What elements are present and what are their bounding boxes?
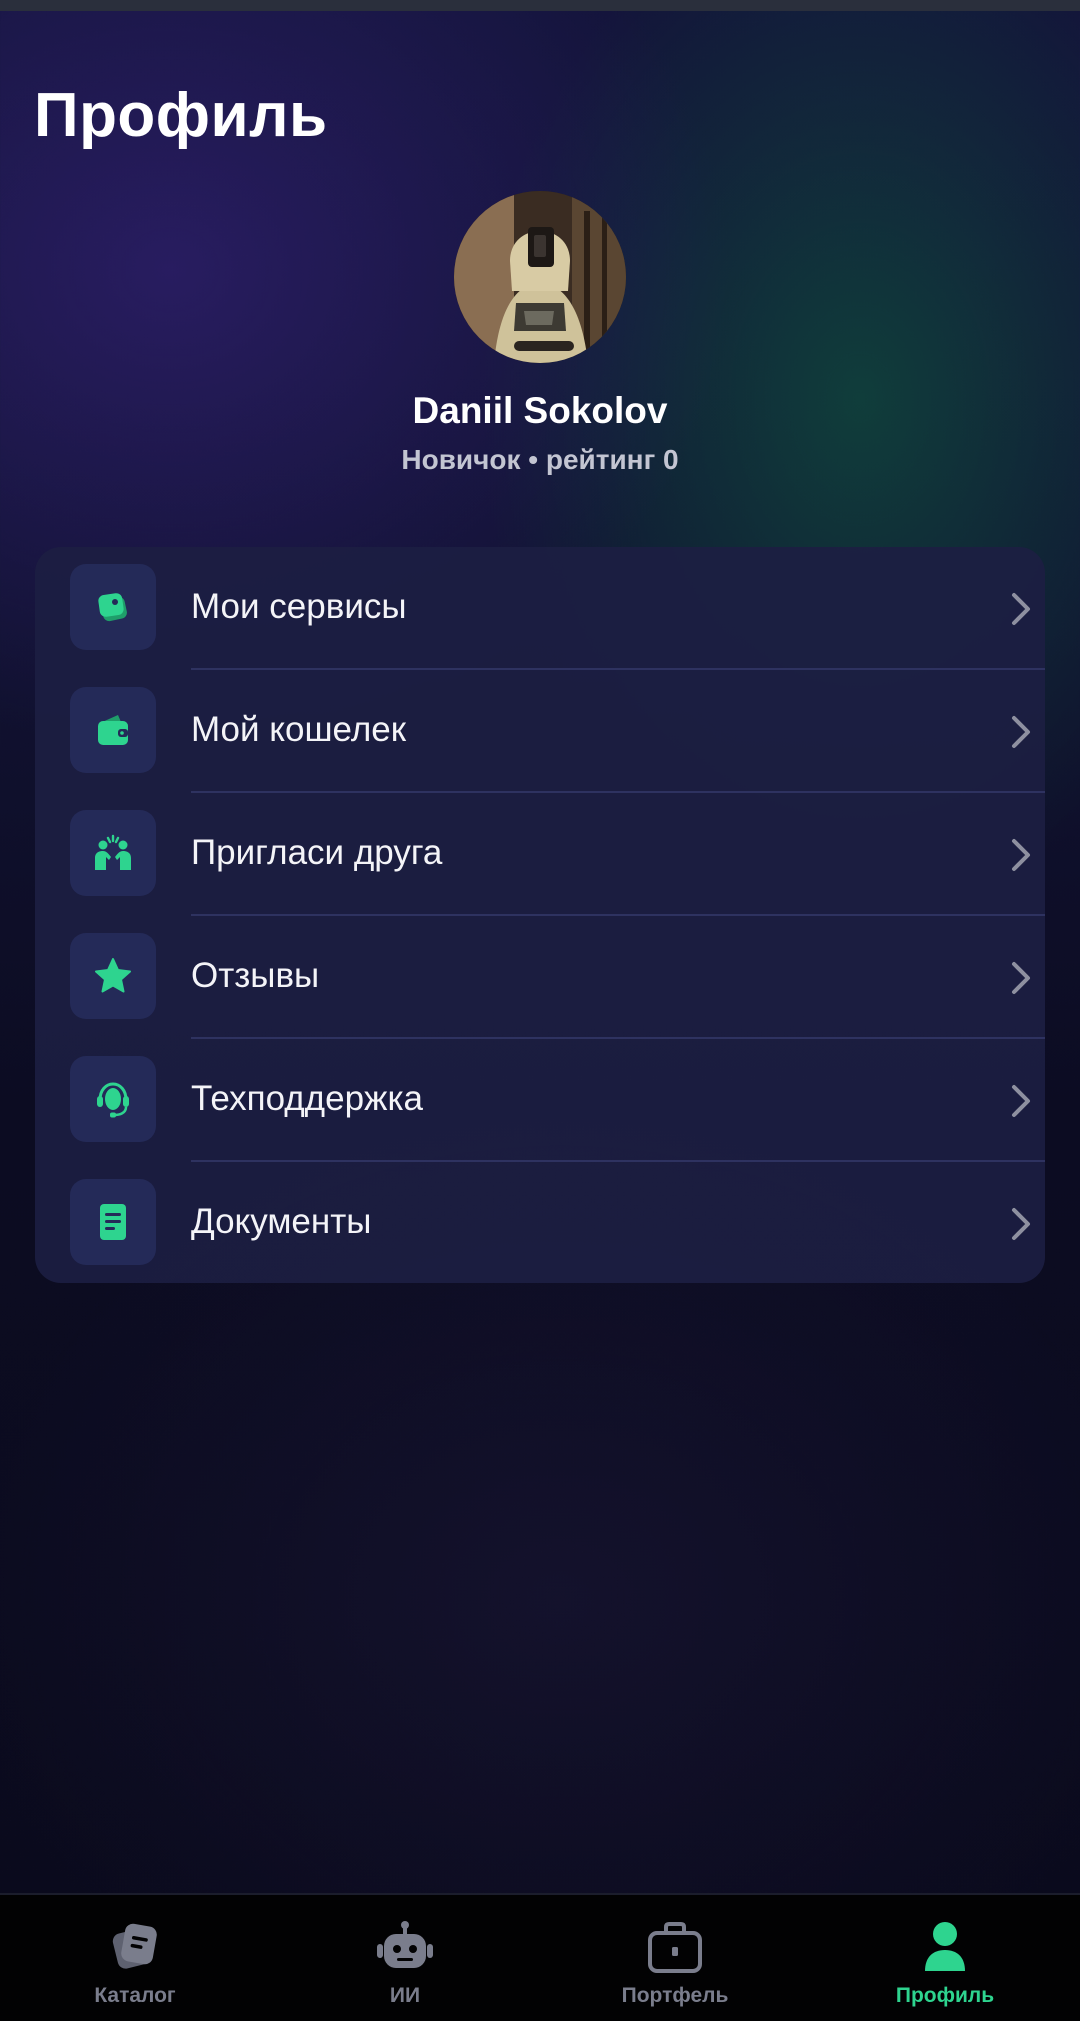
- briefcase-icon: [648, 1922, 702, 1973]
- tab-ai[interactable]: ИИ: [270, 1895, 540, 2021]
- status-bar-strip: [0, 0, 1080, 11]
- menu-item-my-wallet[interactable]: Мой кошелек: [35, 670, 1045, 793]
- user-status: Новичок • рейтинг 0: [401, 444, 679, 475]
- chevron-right-icon: [1010, 837, 1032, 873]
- tab-profile[interactable]: Профиль: [810, 1895, 1080, 2021]
- document-icon: [70, 1179, 156, 1265]
- tab-label: Профиль: [895, 1984, 995, 2007]
- tab-catalog[interactable]: Каталог: [0, 1895, 270, 2021]
- tab-label: Портфель: [621, 1984, 729, 2007]
- avatar[interactable]: [454, 191, 626, 363]
- menu-item-documents[interactable]: Документы: [35, 1162, 1045, 1283]
- wallet-icon: [70, 687, 156, 773]
- catalog-icon: [112, 1923, 157, 1969]
- menu-item-label: Мои сервисы: [191, 587, 407, 626]
- tab-portfolio[interactable]: Портфель: [540, 1895, 810, 2021]
- menu-item-support[interactable]: Техподдержка: [35, 1039, 1045, 1162]
- menu-item-label: Пригласи друга: [191, 833, 443, 872]
- star-icon: [70, 933, 156, 1019]
- menu-item-invite-friend[interactable]: Пригласи друга: [35, 793, 1045, 916]
- profile-menu: Мои сервисы Мой кошелек Пригласи друга О…: [35, 547, 1045, 1283]
- chevron-right-icon: [1010, 1083, 1032, 1119]
- chevron-right-icon: [1010, 591, 1032, 627]
- robot-icon: [377, 1921, 433, 1968]
- menu-item-label: Техподдержка: [191, 1079, 423, 1118]
- menu-item-label: Отзывы: [191, 956, 320, 995]
- headset-icon: [70, 1056, 156, 1142]
- tab-label: ИИ: [389, 1984, 421, 2007]
- tab-label: Каталог: [94, 1984, 176, 2007]
- chevron-right-icon: [1010, 960, 1032, 996]
- menu-item-label: Мой кошелек: [191, 710, 407, 749]
- menu-item-label: Документы: [191, 1202, 372, 1241]
- chevron-right-icon: [1010, 714, 1032, 750]
- services-icon: [70, 564, 156, 650]
- invite-friend-icon: [70, 810, 156, 896]
- profile-icon: [925, 1922, 965, 1971]
- bottom-tab-bar: Каталог ИИ Портфель Профиль: [0, 1893, 1080, 2021]
- menu-item-reviews[interactable]: Отзывы: [35, 916, 1045, 1039]
- page-title: Профиль: [34, 81, 328, 150]
- user-name: Daniil Sokolov: [412, 390, 668, 431]
- menu-item-my-services[interactable]: Мои сервисы: [35, 547, 1045, 670]
- avatar-photo: [454, 191, 626, 363]
- chevron-right-icon: [1010, 1206, 1032, 1242]
